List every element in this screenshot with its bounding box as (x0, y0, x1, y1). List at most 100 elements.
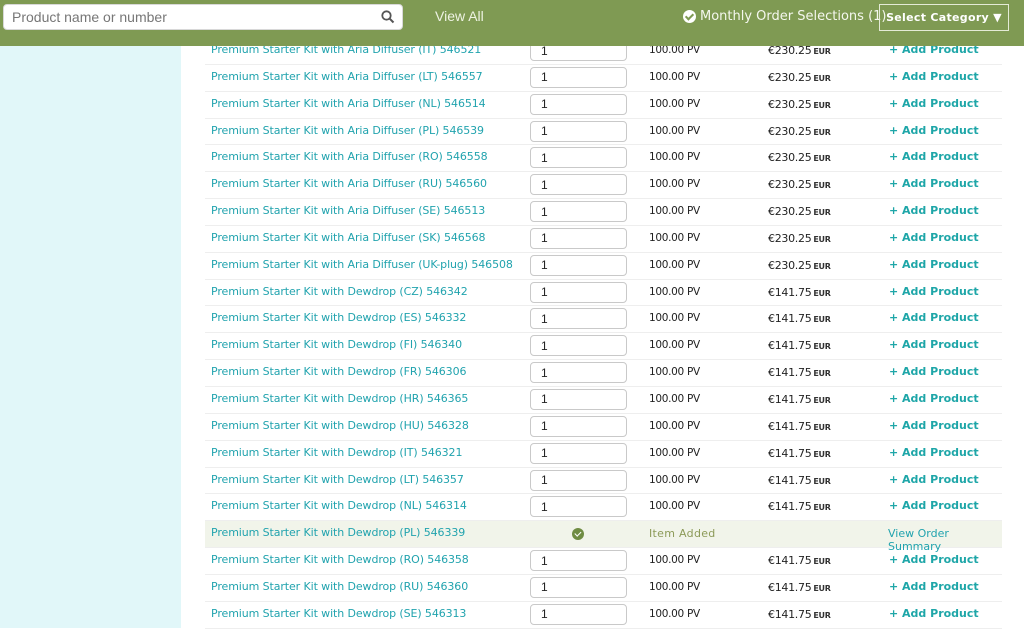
quantity-input[interactable] (530, 93, 627, 115)
quantity-input[interactable] (530, 388, 627, 410)
add-product-button[interactable]: + Add Product (889, 70, 979, 83)
table-row: Premium Starter Kit with Aria Diffuser (… (205, 253, 1002, 280)
add-product-button[interactable]: + Add Product (889, 580, 979, 593)
monthly-order-selections-link[interactable]: Monthly Order Selections (1) (683, 9, 887, 24)
pv-value: 100.00 PV (649, 70, 700, 83)
quantity-input[interactable] (530, 362, 627, 384)
product-name-link[interactable]: Premium Starter Kit with Dewdrop (HU) 54… (211, 419, 469, 432)
quantity-input[interactable] (530, 442, 627, 464)
pv-value: 100.00 PV (649, 312, 700, 325)
item-added-status: Item Added (649, 527, 716, 541)
add-product-button[interactable]: + Add Product (889, 177, 979, 190)
price: €141.75 EUR (768, 474, 831, 487)
pv-value: 100.00 PV (649, 366, 700, 379)
add-product-button[interactable]: + Add Product (889, 365, 979, 378)
pv-value: 100.00 PV (649, 392, 700, 405)
currency-label: EUR (813, 47, 831, 56)
price-amount: €141.75 (768, 446, 812, 460)
add-product-button[interactable]: + Add Product (889, 97, 979, 110)
price: €230.25 EUR (768, 259, 831, 272)
product-name-link[interactable]: Premium Starter Kit with Aria Diffuser (… (211, 97, 486, 110)
table-row: Premium Starter Kit with Dewdrop (RU) 54… (205, 575, 1002, 602)
product-name-link[interactable]: Premium Starter Kit with Aria Diffuser (… (211, 177, 487, 190)
price-amount: €141.75 (768, 580, 812, 594)
add-product-button[interactable]: + Add Product (889, 124, 979, 137)
pv-value: 100.00 PV (649, 607, 700, 620)
table-row: Premium Starter Kit with Dewdrop (PL) 54… (205, 521, 1002, 553)
search-input[interactable] (4, 5, 374, 29)
quantity-input[interactable] (530, 415, 627, 437)
sidebar (0, 46, 181, 628)
add-product-button[interactable]: + Add Product (889, 338, 979, 351)
price: €141.75 EUR (768, 447, 831, 460)
pv-value: 100.00 PV (649, 178, 700, 191)
quantity-input[interactable] (530, 469, 627, 491)
product-name-link[interactable]: Premium Starter Kit with Aria Diffuser (… (211, 231, 485, 244)
product-name-link[interactable]: Premium Starter Kit with Dewdrop (IT) 54… (211, 446, 462, 459)
pv-value: 100.00 PV (649, 446, 700, 459)
product-name-link[interactable]: Premium Starter Kit with Dewdrop (ES) 54… (211, 311, 466, 324)
table-row: Premium Starter Kit with Aria Diffuser (… (205, 226, 1002, 253)
product-name-link[interactable]: Premium Starter Kit with Dewdrop (NL) 54… (211, 499, 467, 512)
add-product-button[interactable]: + Add Product (889, 473, 979, 486)
quantity-input[interactable] (530, 550, 627, 572)
quantity-input[interactable] (530, 201, 627, 223)
price: €230.25 EUR (768, 151, 831, 164)
add-product-button[interactable]: + Add Product (889, 204, 979, 217)
pv-value: 100.00 PV (649, 339, 700, 352)
quantity-input[interactable] (530, 120, 627, 142)
quantity-input[interactable] (530, 281, 627, 303)
pv-value: 100.00 PV (649, 580, 700, 593)
add-product-button[interactable]: + Add Product (889, 231, 979, 244)
quantity-input[interactable] (530, 576, 627, 598)
quantity-input[interactable] (530, 147, 627, 169)
product-name-link[interactable]: Premium Starter Kit with Dewdrop (HR) 54… (211, 392, 468, 405)
product-name-link[interactable]: Premium Starter Kit with Dewdrop (RO) 54… (211, 553, 469, 566)
add-product-button[interactable]: + Add Product (889, 258, 979, 271)
product-name-link[interactable]: Premium Starter Kit with Aria Diffuser (… (211, 258, 513, 271)
quantity-input[interactable] (530, 603, 627, 625)
table-row: Premium Starter Kit with Aria Diffuser (… (205, 65, 1002, 92)
price-amount: €230.25 (768, 97, 812, 111)
view-all-link[interactable]: View All (435, 8, 484, 24)
product-name-link[interactable]: Premium Starter Kit with Dewdrop (FI) 54… (211, 338, 462, 351)
price: €141.75 EUR (768, 608, 831, 621)
add-product-button[interactable]: + Add Product (889, 499, 979, 512)
table-row: Premium Starter Kit with Aria Diffuser (… (205, 172, 1002, 200)
quantity-input[interactable] (530, 308, 627, 330)
add-product-button[interactable]: + Add Product (889, 285, 979, 298)
add-product-button[interactable]: + Add Product (889, 419, 979, 432)
quantity-input[interactable] (530, 335, 627, 357)
product-name-link[interactable]: Premium Starter Kit with Dewdrop (PL) 54… (211, 526, 465, 539)
add-product-button[interactable]: + Add Product (889, 311, 979, 324)
price: €230.25 EUR (768, 232, 831, 245)
add-product-button[interactable]: + Add Product (889, 553, 979, 566)
search-box[interactable] (3, 4, 403, 30)
add-product-button[interactable]: + Add Product (889, 446, 979, 459)
quantity-input[interactable] (530, 227, 627, 249)
product-name-link[interactable]: Premium Starter Kit with Dewdrop (SE) 54… (211, 607, 466, 620)
product-name-link[interactable]: Premium Starter Kit with Dewdrop (CZ) 54… (211, 285, 468, 298)
table-row: Premium Starter Kit with Dewdrop (CZ) 54… (205, 280, 1002, 307)
product-name-link[interactable]: Premium Starter Kit with Dewdrop (LT) 54… (211, 473, 464, 486)
quantity-input[interactable] (530, 496, 627, 518)
product-name-link[interactable]: Premium Starter Kit with Aria Diffuser (… (211, 204, 485, 217)
quantity-input[interactable] (530, 254, 627, 276)
product-name-link[interactable]: Premium Starter Kit with Aria Diffuser (… (211, 124, 484, 137)
table-row: Premium Starter Kit with Dewdrop (HR) 54… (205, 387, 1002, 414)
quantity-input[interactable] (530, 174, 627, 196)
add-product-button[interactable]: + Add Product (889, 150, 979, 163)
product-name-link[interactable]: Premium Starter Kit with Dewdrop (FR) 54… (211, 365, 466, 378)
add-product-button[interactable]: + Add Product (889, 607, 979, 620)
add-product-button[interactable]: + Add Product (889, 392, 979, 405)
product-name-link[interactable]: Premium Starter Kit with Aria Diffuser (… (211, 70, 483, 83)
table-row: Premium Starter Kit with Aria Diffuser (… (205, 119, 1002, 146)
search-icon[interactable] (381, 10, 395, 24)
product-name-link[interactable]: Premium Starter Kit with Dewdrop (RU) 54… (211, 580, 468, 593)
monthly-order-label: Monthly Order Selections (1) (700, 9, 887, 24)
table-row: Premium Starter Kit with Dewdrop (ES) 54… (205, 306, 1002, 334)
product-name-link[interactable]: Premium Starter Kit with Aria Diffuser (… (211, 150, 488, 163)
table-row: Premium Starter Kit with Dewdrop (FI) 54… (205, 333, 1002, 361)
quantity-input[interactable] (530, 66, 627, 88)
select-category-dropdown[interactable]: Select Category ▼ (879, 4, 1009, 31)
